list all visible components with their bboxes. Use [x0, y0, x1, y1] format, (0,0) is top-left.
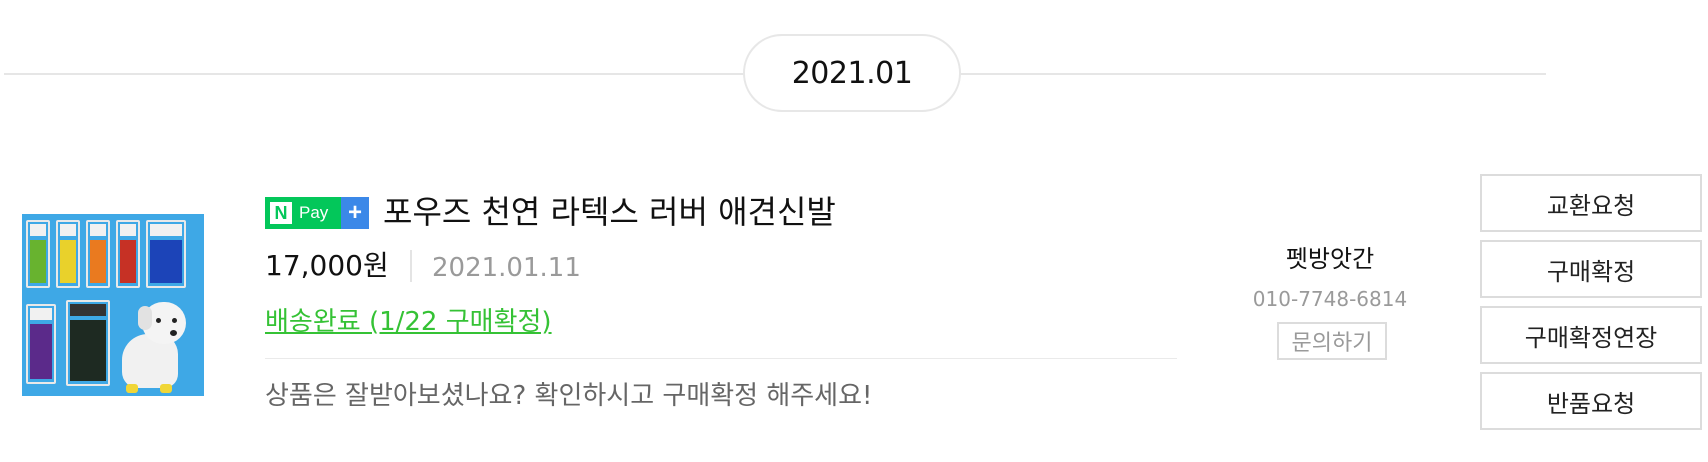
- return-request-button[interactable]: 반품요청: [1480, 372, 1702, 430]
- thumbnail-pack-black: [66, 300, 110, 386]
- thumbnail-pack-yellow: [56, 220, 80, 288]
- meta-separator: [410, 250, 412, 282]
- row-divider: [265, 358, 1177, 359]
- product-title[interactable]: 포우즈 천연 라텍스 러버 애견신발: [383, 188, 836, 236]
- thumbnail-pack-red: [116, 220, 140, 288]
- npay-label: Pay: [299, 203, 329, 222]
- plus-icon: +: [341, 197, 369, 229]
- product-thumbnail[interactable]: [22, 214, 204, 396]
- month-label: 2021.01: [743, 34, 961, 112]
- order-price: 17,000원: [265, 249, 389, 282]
- confirm-extend-button[interactable]: 구매확정연장: [1480, 306, 1702, 364]
- purchase-confirm-button[interactable]: 구매확정: [1480, 240, 1702, 298]
- confirm-prompt-message: 상품은 잘받아보셨나요? 확인하시고 구매확정 해주세요!: [265, 381, 873, 411]
- npay-n-icon: N: [270, 202, 292, 224]
- exchange-request-button[interactable]: 교환요청: [1480, 174, 1702, 232]
- npay-plus-badge: N Pay +: [265, 197, 369, 229]
- seller-phone: 010-7748-6814: [1252, 287, 1408, 311]
- delivery-status-link[interactable]: 배송완료 (1/22 구매확정): [265, 302, 552, 342]
- inquiry-button[interactable]: 문의하기: [1277, 322, 1387, 360]
- thumbnail-pack-green: [26, 220, 50, 288]
- order-date: 2021.01.11: [432, 253, 581, 283]
- thumbnail-pack-orange: [86, 220, 110, 288]
- thumbnail-pack-blue: [146, 220, 186, 288]
- thumbnail-pack-purple: [26, 304, 56, 384]
- seller-name[interactable]: 펫방앗간: [1180, 242, 1480, 276]
